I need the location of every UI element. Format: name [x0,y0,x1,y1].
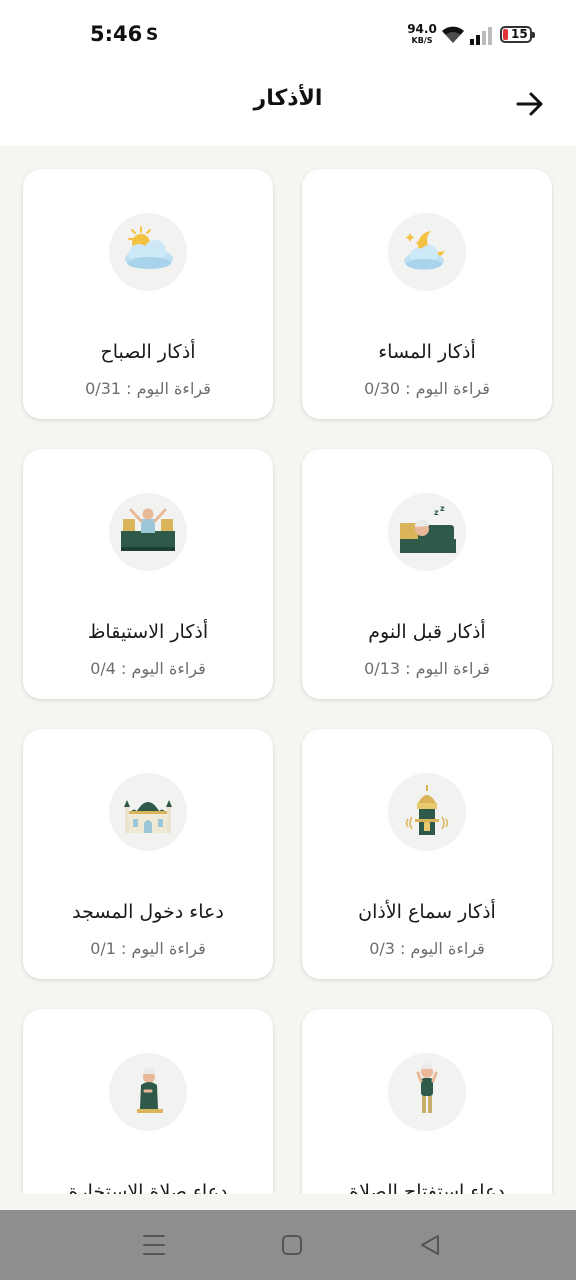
praying-man-icon [109,1053,187,1131]
card-progress: قراءة اليوم : 0/3 [369,939,485,958]
battery-level: 15 [511,27,528,41]
card-before-sleep-azkar[interactable]: z z أذكار قبل النوم قراءة اليوم : 0/13 [302,449,552,699]
minaret-icon [388,773,466,851]
card-adhan-azkar[interactable]: أذكار سماع الأذان قراءة اليوم : 0/3 [302,729,552,979]
standing-prayer-icon [388,1053,466,1131]
wifi-icon [442,26,464,43]
app-header: الأذكار [0,70,576,146]
svg-text:z: z [440,504,445,513]
card-title: دعاء دخول المسجد [72,901,224,923]
menu-lines-icon[interactable] [143,1232,165,1258]
signal-icon [470,27,492,45]
card-istikhara-dua[interactable]: دعاء صلاة الاستخارة [23,1009,273,1194]
card-title: أذكار الاستيقاظ [87,621,209,643]
card-progress: قراءة اليوم : 0/1 [90,939,206,958]
system-nav-bar [0,1210,576,1280]
square-icon[interactable] [281,1232,303,1258]
sleeping-icon: z z [388,493,466,571]
card-title: دعاء استفتاح الصلاة [349,1181,505,1194]
card-mosque-entry-dua[interactable]: دعاء دخول المسجد قراءة اليوم : 0/1 [23,729,273,979]
card-progress: قراءة اليوم : 0/4 [90,659,206,678]
card-waking-azkar[interactable]: أذكار الاستيقاظ قراءة اليوم : 0/4 [23,449,273,699]
svg-text:z: z [434,508,439,517]
moon-cloud-icon [388,213,466,291]
mosque-icon [109,773,187,851]
card-morning-azkar[interactable]: أذكار الصباح قراءة اليوم : 0/31 [23,169,273,419]
card-progress: قراءة اليوم : 0/13 [364,659,490,678]
waking-up-icon [109,493,187,571]
battery-icon: 15 [500,26,535,43]
azkar-grid[interactable]: أذكار المساء قراءة اليوم : 0/30 أذكار ال… [0,146,576,1194]
card-title: أذكار المساء [378,341,476,363]
card-title: أذكار سماع الأذان [358,901,496,923]
status-bar: 5:46 S 94.0 KB/S 15 [0,0,576,70]
battery-fill [503,29,508,40]
arrow-right-icon[interactable] [514,88,546,120]
status-time: 5:46 [90,22,143,46]
network-speed-value: 94.0 [407,22,437,36]
card-opening-prayer-dua[interactable]: دعاء استفتاح الصلاة [302,1009,552,1194]
carrier-icon: S [146,25,159,45]
sun-cloud-icon [109,213,187,291]
card-title: دعاء صلاة الاستخارة [68,1181,228,1194]
card-title: أذكار الصباح [100,341,196,363]
card-progress: قراءة اليوم : 0/31 [85,379,211,398]
network-speed-unit: KB/S [411,36,433,45]
network-speed: 94.0 KB/S [407,22,437,46]
page-title: الأذكار [253,86,323,111]
triangle-back-icon[interactable] [419,1232,441,1258]
card-evening-azkar[interactable]: أذكار المساء قراءة اليوم : 0/30 [302,169,552,419]
card-progress: قراءة اليوم : 0/30 [364,379,490,398]
card-title: أذكار قبل النوم [368,621,486,643]
